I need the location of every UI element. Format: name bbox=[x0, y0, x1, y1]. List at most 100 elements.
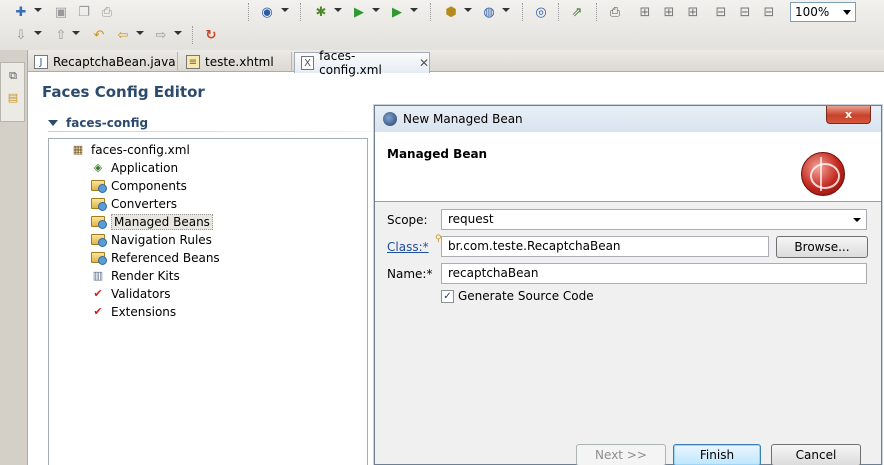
check-icon: ✔ bbox=[93, 287, 103, 300]
run-server-icon[interactable]: ▶ bbox=[388, 3, 406, 21]
class-link[interactable]: Class:* bbox=[387, 240, 429, 254]
tree-item-render-kits[interactable]: ▥ Render Kits bbox=[91, 267, 180, 284]
new-wizard-dropdown-arrow[interactable] bbox=[502, 8, 510, 12]
layout-icon-5[interactable]: ⊟ bbox=[736, 3, 754, 21]
gear-folder-icon bbox=[91, 233, 107, 247]
close-icon[interactable]: ✕ bbox=[419, 56, 429, 70]
next-annotation-icon[interactable]: ⇩ bbox=[12, 26, 30, 44]
toolbar-separator bbox=[248, 3, 249, 21]
name-input[interactable]: recaptchaBean bbox=[441, 263, 867, 284]
layout-icon-2[interactable]: ⊞ bbox=[660, 3, 678, 21]
browse-button[interactable]: Browse... bbox=[776, 236, 868, 258]
tree-item-navigation-rules[interactable]: Navigation Rules bbox=[91, 231, 212, 248]
xml-file-icon: X bbox=[301, 56, 315, 70]
section-header[interactable]: faces-config bbox=[48, 116, 148, 130]
new-class-dropdown-arrow[interactable] bbox=[464, 8, 472, 12]
tree-item-application[interactable]: ◈ Application bbox=[91, 159, 178, 176]
prev-annotation-dropdown-arrow[interactable] bbox=[72, 31, 80, 35]
run-server-dropdown-arrow[interactable] bbox=[410, 8, 418, 12]
print-icon[interactable]: ⎙ bbox=[98, 3, 116, 21]
main-toolbar: ✚ ▣ ❐ ⎙ ◉ ✱ ▶ ▶ ⬢ ◍ ◎ ⇗ ⎙ ⊞ ⊞ ⊞ ⊟ ⊟ ⊟ 10… bbox=[0, 0, 884, 50]
close-button[interactable]: x bbox=[826, 106, 871, 124]
web-browser-icon[interactable]: ◉ bbox=[258, 3, 276, 21]
forward-icon[interactable]: ⇨ bbox=[152, 26, 170, 44]
deploy-icon[interactable]: ⇗ bbox=[568, 3, 586, 21]
printer-icon[interactable]: ⎙ bbox=[606, 3, 624, 21]
class-input[interactable]: br.com.teste.RecaptchaBean bbox=[441, 236, 769, 257]
html-file-icon: ≡ bbox=[186, 55, 200, 69]
folder-icon bbox=[91, 179, 107, 193]
new-dropdown-arrow[interactable] bbox=[34, 8, 42, 12]
debug-dropdown-arrow[interactable] bbox=[334, 8, 342, 12]
chevron-down-icon bbox=[853, 218, 861, 222]
class-value: br.com.teste.RecaptchaBean bbox=[448, 239, 621, 253]
new-wizard-icon[interactable]: ◍ bbox=[480, 3, 498, 21]
generate-source-checkbox[interactable]: ✓ bbox=[441, 290, 454, 303]
toolbar-separator bbox=[522, 3, 523, 21]
scope-value: request bbox=[448, 212, 494, 226]
tree-item-label: Managed Beans bbox=[111, 213, 213, 230]
toolbar-separator bbox=[596, 3, 597, 21]
save-all-icon[interactable]: ❐ bbox=[75, 3, 93, 21]
annotation-dropdown-arrow[interactable] bbox=[34, 31, 42, 35]
tree-item-validators[interactable]: ✔ Validators bbox=[91, 285, 171, 302]
browser-dropdown-arrow[interactable] bbox=[281, 8, 289, 12]
config-tree: ▦ faces-config.xml ◈ Application Compone… bbox=[48, 138, 368, 465]
dialog-heading: Managed Bean bbox=[387, 147, 488, 161]
refresh-icon[interactable]: ↻ bbox=[202, 26, 220, 44]
layout-icon-6[interactable]: ⊟ bbox=[760, 3, 778, 21]
tree-item-extensions[interactable]: ✔ Extensions bbox=[91, 303, 176, 320]
generate-source-label: Generate Source Code bbox=[458, 289, 594, 303]
run-icon[interactable]: ▶ bbox=[350, 3, 368, 21]
back-icon[interactable]: ⇦ bbox=[114, 26, 132, 44]
tree-root-label: faces-config.xml bbox=[91, 142, 190, 157]
name-value: recaptchaBean bbox=[448, 266, 539, 280]
tree-item-managed-beans[interactable]: Managed Beans bbox=[91, 213, 213, 230]
folder-icon bbox=[91, 215, 107, 229]
tree-item-label: Validators bbox=[111, 286, 171, 301]
check-icon: ✔ bbox=[93, 305, 103, 318]
folder-icon bbox=[91, 197, 107, 211]
scope-select[interactable]: request bbox=[441, 209, 867, 230]
restore-icon[interactable]: ⧉ bbox=[6, 69, 20, 83]
save-icon[interactable]: ▣ bbox=[52, 3, 70, 21]
collapse-icon[interactable] bbox=[48, 120, 58, 126]
section-label: faces-config bbox=[66, 116, 149, 130]
tab-faces-config-xml[interactable]: X faces-config.xml ✕ bbox=[294, 49, 430, 77]
zoom-select[interactable]: 100% bbox=[790, 2, 856, 22]
tree-root[interactable]: ▦ faces-config.xml bbox=[71, 141, 190, 158]
prev-annotation-icon[interactable]: ⇧ bbox=[52, 26, 70, 44]
gear-folder-icon bbox=[91, 251, 107, 265]
debug-icon[interactable]: ✱ bbox=[312, 3, 330, 21]
last-edit-icon[interactable]: ↶ bbox=[90, 26, 108, 44]
render-kit-icon: ▥ bbox=[92, 269, 104, 282]
layout-icon-1[interactable]: ⊞ bbox=[636, 3, 654, 21]
globe-icon[interactable]: ◎ bbox=[532, 3, 550, 21]
tree-item-converters[interactable]: Converters bbox=[91, 195, 177, 212]
cancel-button[interactable]: Cancel bbox=[771, 444, 861, 465]
toolbar-separator bbox=[558, 3, 559, 21]
new-icon[interactable]: ✚ bbox=[12, 3, 30, 21]
tree-item-label: Components bbox=[111, 178, 187, 193]
tree-item-referenced-beans[interactable]: Referenced Beans bbox=[91, 249, 220, 266]
forward-dropdown-arrow[interactable] bbox=[174, 31, 182, 35]
run-dropdown-arrow[interactable] bbox=[372, 8, 380, 12]
toolbar-separator bbox=[300, 3, 301, 21]
next-button[interactable]: Next >> bbox=[576, 444, 666, 465]
tree-item-label: Navigation Rules bbox=[111, 232, 212, 247]
tab-teste-xhtml[interactable]: ≡ teste.xhtml bbox=[180, 52, 292, 72]
tab-recaptchabean-java[interactable]: J RecaptchaBean.java bbox=[28, 52, 178, 72]
package-explorer-icon[interactable]: ▤ bbox=[6, 91, 20, 105]
name-label: Name:* bbox=[387, 267, 433, 281]
new-class-icon[interactable]: ⬢ bbox=[442, 3, 460, 21]
dialog-titlebar[interactable]: New Managed Bean x bbox=[375, 106, 881, 132]
dialog-banner: Managed Bean bbox=[375, 132, 881, 202]
layout-icon-4[interactable]: ⊟ bbox=[712, 3, 730, 21]
new-managed-bean-dialog: New Managed Bean x Managed Bean Scope: r… bbox=[374, 105, 882, 465]
finish-button[interactable]: Finish bbox=[673, 444, 761, 465]
tree-item-components[interactable]: Components bbox=[91, 177, 187, 194]
tree-item-label: Converters bbox=[111, 196, 178, 211]
tree-item-label: Application bbox=[111, 160, 179, 175]
back-dropdown-arrow[interactable] bbox=[136, 31, 144, 35]
layout-icon-3[interactable]: ⊞ bbox=[684, 3, 702, 21]
